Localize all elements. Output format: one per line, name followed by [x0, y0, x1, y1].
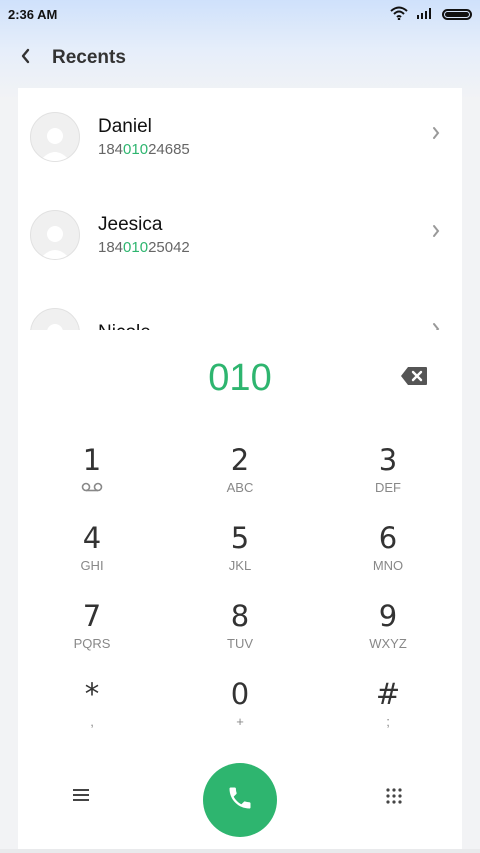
- contact-row-daniel[interactable]: Daniel 18401024685: [18, 88, 462, 186]
- call-icon: [226, 784, 254, 817]
- contact-name: Jeesica: [98, 213, 163, 235]
- key-8[interactable]: 8 TUV: [166, 598, 314, 676]
- call-button[interactable]: [203, 763, 277, 837]
- key-4[interactable]: 4 GHI: [18, 520, 166, 598]
- battery-icon: [442, 8, 472, 20]
- dial-input[interactable]: 010: [18, 348, 462, 408]
- signal-icon: [416, 6, 434, 22]
- key-6[interactable]: 6 MNO: [314, 520, 462, 598]
- contact-name: Daniel: [98, 115, 152, 137]
- key-1[interactable]: 1: [18, 442, 166, 520]
- avatar: [30, 210, 80, 260]
- wifi-icon: [390, 6, 408, 23]
- dialpad: 010 1 2 ABC 3 DEF 4 GHI 5 JKL 6 MNO 7 PQ…: [18, 330, 462, 853]
- dialpad-actions: [18, 760, 462, 840]
- divider: [0, 849, 480, 853]
- key-2[interactable]: 2 ABC: [166, 442, 314, 520]
- contact-row-nicole[interactable]: Nicole: [18, 284, 462, 331]
- back-chevron-icon: [21, 48, 31, 69]
- key-hash[interactable]: # ;: [314, 676, 462, 754]
- chevron-right-icon[interactable]: [432, 126, 440, 145]
- key-7[interactable]: 7 PQRS: [18, 598, 166, 676]
- key-0[interactable]: 0 +: [166, 676, 314, 754]
- avatar: [30, 112, 80, 162]
- chevron-right-icon[interactable]: [432, 224, 440, 243]
- page-title: Recents: [52, 47, 126, 68]
- back-button[interactable]: [0, 38, 52, 78]
- voicemail-icon: [81, 480, 103, 495]
- key-star[interactable]: * ,: [18, 676, 166, 754]
- header: Recents: [0, 38, 480, 78]
- contact-row-jeesica[interactable]: Jeesica 18401025042: [18, 186, 462, 284]
- recents-list: Daniel 18401024685 Jeesica 18401025042 N…: [18, 88, 462, 331]
- dialpad-grid-icon[interactable]: [385, 787, 403, 810]
- backspace-icon[interactable]: [400, 366, 428, 391]
- menu-icon[interactable]: [72, 787, 90, 808]
- key-9[interactable]: 9 WXYZ: [314, 598, 462, 676]
- contact-number: 18401024685: [98, 140, 190, 158]
- status-time: 2:36 AM: [8, 6, 58, 22]
- key-5[interactable]: 5 JKL: [166, 520, 314, 598]
- status-bar: 2:36 AM: [0, 0, 480, 28]
- contact-number: 18401025042: [98, 238, 190, 256]
- avatar: [30, 308, 80, 331]
- key-3[interactable]: 3 DEF: [314, 442, 462, 520]
